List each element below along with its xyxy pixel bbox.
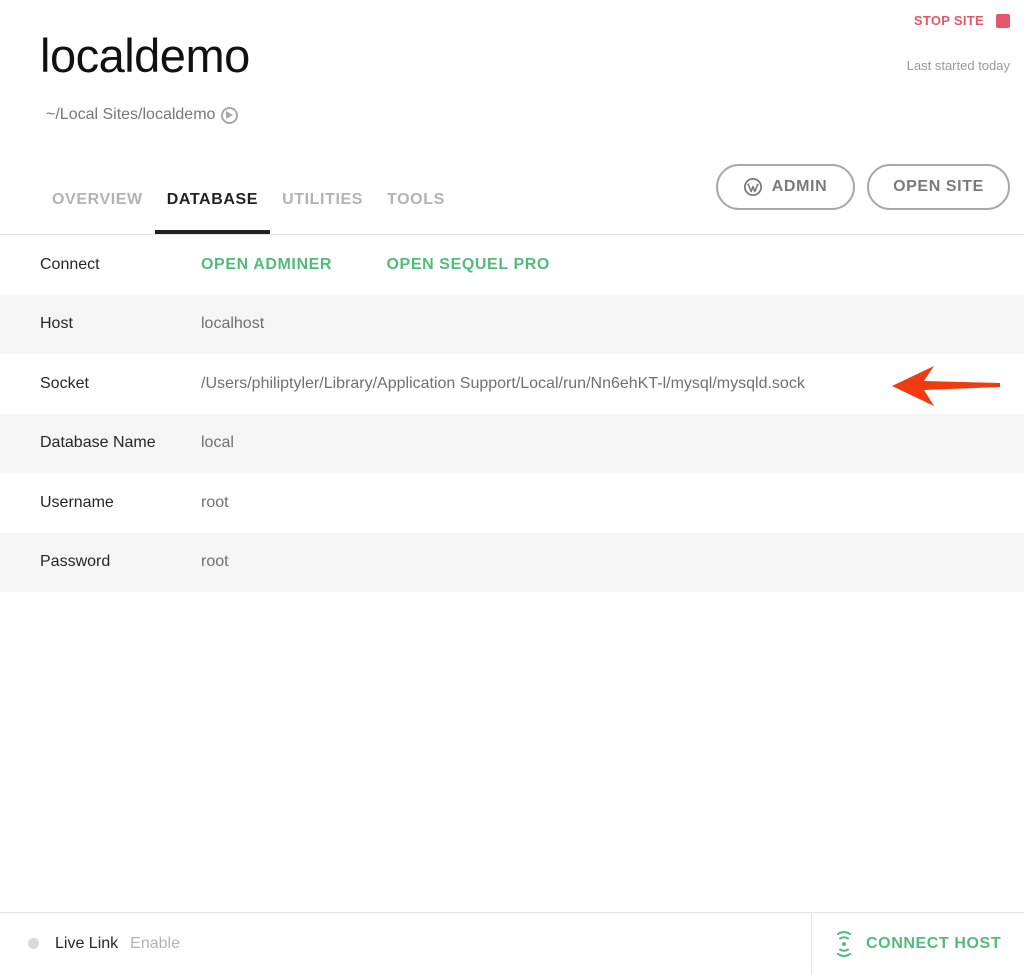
username-row: Username root — [0, 473, 1024, 533]
socket-label: Socket — [40, 374, 89, 392]
enable-live-link[interactable]: Enable — [130, 935, 180, 953]
password-label: Password — [40, 553, 111, 571]
site-path-text: ~/Local Sites/localdemo — [46, 106, 216, 123]
tab-database[interactable]: DATABASE — [154, 178, 271, 234]
username-label: Username — [40, 493, 114, 511]
database-name-row: Database Name local — [0, 413, 1024, 473]
tab-overview[interactable]: OVERVIEW — [40, 178, 155, 234]
connect-host-button[interactable]: CONNECT HOST — [811, 913, 1024, 974]
host-label: Host — [40, 315, 73, 333]
arrow-circle-icon[interactable] — [221, 106, 239, 124]
connect-host-label: CONNECT HOST — [866, 935, 1002, 952]
last-started-text: Last started today — [906, 58, 1010, 73]
host-value: localhost — [201, 315, 265, 333]
footer-bar: Live Link Enable CONNECT HOST — [0, 912, 1024, 974]
site-path[interactable]: ~/Local Sites/localdemo — [46, 106, 239, 124]
open-sequel-pro-link[interactable]: OPEN SEQUEL PRO — [387, 256, 550, 273]
open-adminer-link[interactable]: OPEN ADMINER — [201, 256, 332, 273]
password-row: Password root — [0, 532, 1024, 592]
live-link-label: Live Link — [55, 934, 119, 952]
admin-button-label: ADMIN — [771, 178, 828, 195]
stop-square-icon — [996, 13, 1010, 28]
open-site-button-label: OPEN SITE — [893, 178, 984, 195]
stop-site-label: STOP SITE — [913, 13, 984, 28]
password-value: root — [201, 553, 229, 571]
database-name-value: local — [201, 434, 234, 452]
signal-icon — [837, 931, 851, 957]
open-site-button[interactable]: OPEN SITE — [867, 164, 1010, 210]
database-name-label: Database Name — [40, 434, 156, 452]
admin-button[interactable]: ADMIN — [716, 164, 855, 210]
database-info-table: Connect OPEN ADMINER OPEN SEQUEL PRO Hos… — [0, 235, 1024, 592]
tab-bar: OVERVIEW DATABASE UTILITIES TOOLS — [40, 178, 457, 236]
socket-value: /Users/philiptyler/Library/Application S… — [201, 374, 805, 392]
tab-tools[interactable]: TOOLS — [375, 178, 457, 234]
socket-row: Socket /Users/philiptyler/Library/Applic… — [0, 354, 1024, 414]
site-title: localdemo — [40, 29, 250, 82]
status-dot-icon — [28, 938, 39, 949]
stop-site-button[interactable]: STOP SITE — [914, 13, 1010, 28]
connect-row: Connect OPEN ADMINER OPEN SEQUEL PRO — [0, 235, 1024, 295]
username-value: root — [201, 493, 229, 511]
tab-utilities[interactable]: UTILITIES — [270, 178, 375, 234]
host-row: Host localhost — [0, 294, 1024, 354]
connect-label: Connect — [40, 255, 100, 273]
wordpress-icon — [743, 178, 762, 196]
red-arrow-icon — [892, 366, 1000, 406]
